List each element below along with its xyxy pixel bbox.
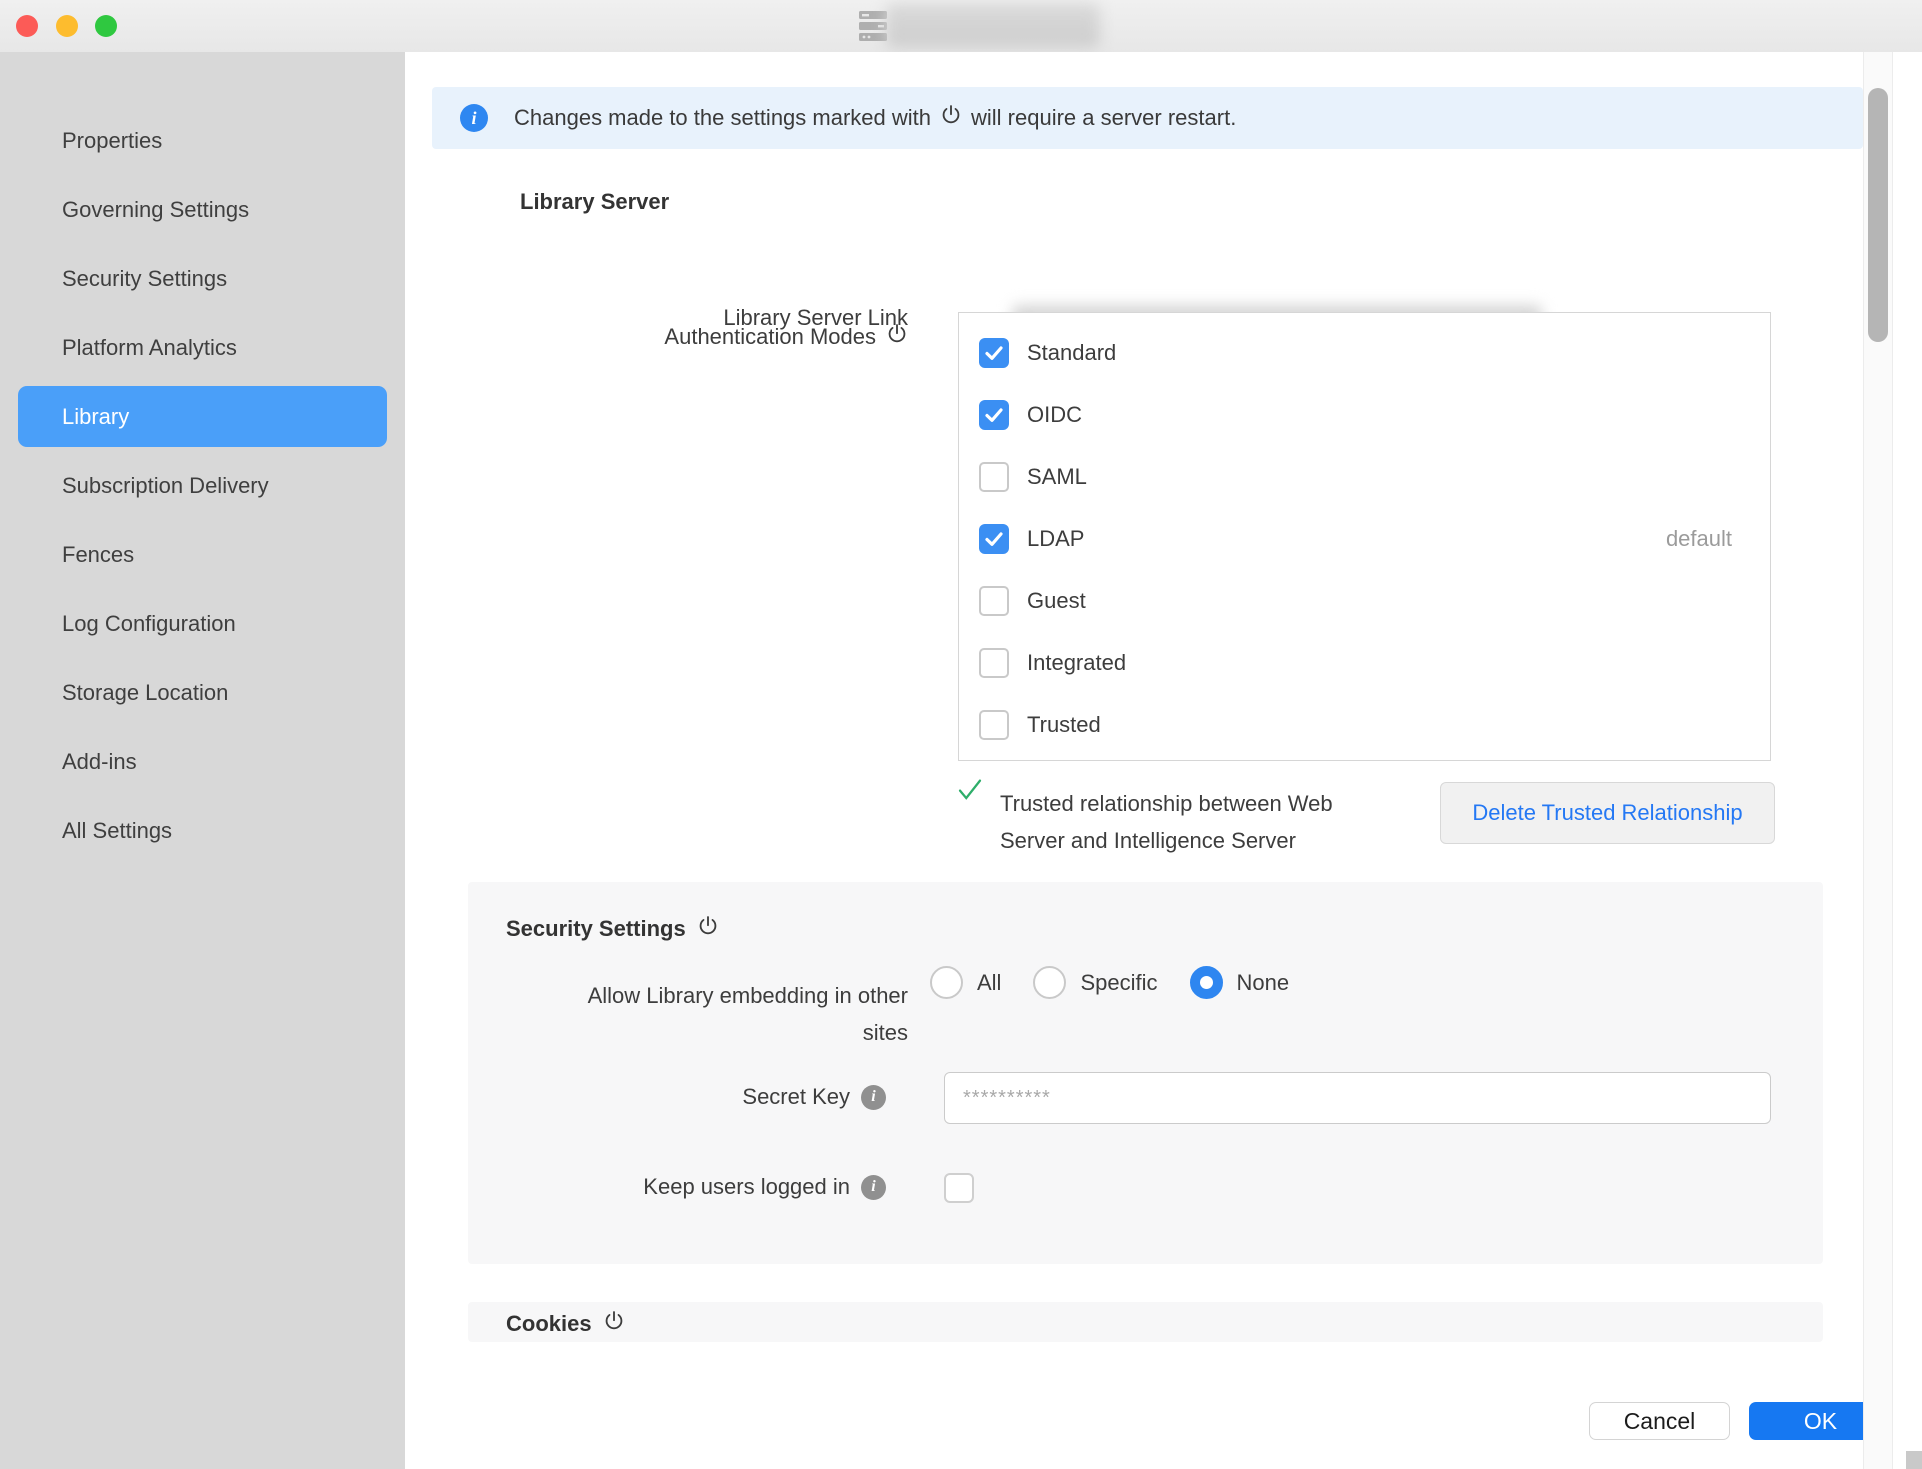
checkbox-standard[interactable] bbox=[979, 338, 1009, 368]
radio-all[interactable] bbox=[930, 966, 963, 999]
secret-key-label: Secret Key i bbox=[468, 1084, 886, 1110]
checkbox-ldap[interactable] bbox=[979, 524, 1009, 554]
auth-mode-row: Guest bbox=[959, 570, 1770, 632]
sidebar-item-platform-analytics[interactable]: Platform Analytics bbox=[18, 317, 387, 378]
keep-users-logged-in-label: Keep users logged in i bbox=[468, 1174, 886, 1200]
sidebar: Properties Governing Settings Security Set… bbox=[0, 52, 405, 1469]
radio-item-specific: Specific bbox=[1033, 966, 1157, 999]
delete-trusted-relationship-button[interactable]: Delete Trusted Relationship bbox=[1440, 782, 1775, 844]
auth-mode-label: Trusted bbox=[1027, 712, 1101, 738]
radio-label: None bbox=[1237, 970, 1290, 996]
banner-text-after: will require a server restart. bbox=[971, 105, 1236, 131]
cookies-heading: Cookies bbox=[506, 1311, 592, 1337]
radio-label: All bbox=[977, 970, 1001, 996]
close-window-button[interactable] bbox=[16, 15, 38, 37]
scrollbar-thumb[interactable] bbox=[1868, 88, 1888, 342]
authentication-modes-label: Authentication Modes bbox=[520, 323, 908, 351]
embed-radio-group: All Specific None bbox=[930, 966, 1321, 999]
radio-specific[interactable] bbox=[1033, 966, 1066, 999]
secret-key-input[interactable] bbox=[944, 1072, 1771, 1124]
info-icon[interactable]: i bbox=[861, 1085, 886, 1110]
resize-corner[interactable] bbox=[1906, 1451, 1922, 1469]
cancel-button[interactable]: Cancel bbox=[1589, 1402, 1730, 1440]
window-title-redacted bbox=[886, 4, 1100, 48]
auth-mode-label: Standard bbox=[1027, 340, 1116, 366]
sidebar-item-fences[interactable]: Fences bbox=[18, 524, 387, 585]
auth-mode-label: LDAP bbox=[1027, 526, 1084, 552]
radio-none[interactable] bbox=[1190, 966, 1223, 999]
sidebar-item-add-ins[interactable]: Add-ins bbox=[18, 731, 387, 792]
trusted-relationship-status: Trusted relationship between Web Server … bbox=[1000, 785, 1333, 859]
info-icon: i bbox=[460, 104, 488, 132]
security-settings-heading: Security Settings bbox=[506, 916, 686, 942]
auth-mode-label: OIDC bbox=[1027, 402, 1082, 428]
info-icon[interactable]: i bbox=[861, 1175, 886, 1200]
auth-mode-label: Guest bbox=[1027, 588, 1086, 614]
auth-mode-row: Integrated bbox=[959, 632, 1770, 694]
library-server-heading: Library Server bbox=[520, 189, 669, 215]
sidebar-item-properties[interactable]: Properties bbox=[18, 110, 387, 171]
cookies-section: Cookies bbox=[468, 1302, 1823, 1342]
settings-window: Properties Governing Settings Security Set… bbox=[0, 0, 1922, 1469]
trusted-check-icon bbox=[955, 775, 985, 810]
titlebar bbox=[0, 0, 1922, 53]
sidebar-item-governing-settings[interactable]: Governing Settings bbox=[18, 179, 387, 240]
checkbox-guest[interactable] bbox=[979, 586, 1009, 616]
auth-mode-row: SAML bbox=[959, 446, 1770, 508]
security-settings-section: Security Settings Allow Library embeddin… bbox=[468, 882, 1823, 1264]
auth-mode-row: LDAP default bbox=[959, 508, 1770, 570]
power-restart-icon bbox=[603, 1310, 625, 1337]
power-restart-icon bbox=[697, 915, 719, 942]
auth-mode-label: SAML bbox=[1027, 464, 1087, 490]
default-mode-tag: default bbox=[1666, 526, 1732, 552]
vertical-scrollbar[interactable] bbox=[1863, 52, 1893, 1469]
embed-setting-label: Allow Library embedding in other sites bbox=[468, 977, 908, 1051]
power-restart-icon bbox=[940, 104, 962, 132]
sidebar-item-security-settings[interactable]: Security Settings bbox=[18, 248, 387, 309]
auth-mode-row: Standard bbox=[959, 322, 1770, 384]
power-restart-icon bbox=[886, 323, 908, 351]
checkbox-trusted[interactable] bbox=[979, 710, 1009, 740]
auth-mode-row: Trusted bbox=[959, 694, 1770, 756]
auth-mode-label: Integrated bbox=[1027, 650, 1126, 676]
sidebar-item-library[interactable]: Library bbox=[18, 386, 387, 447]
sidebar-item-subscription-delivery[interactable]: Subscription Delivery bbox=[18, 455, 387, 516]
restart-notice-banner: i Changes made to the settings marked wi… bbox=[432, 87, 1863, 149]
sidebar-item-storage-location[interactable]: Storage Location bbox=[18, 662, 387, 723]
radio-label: Specific bbox=[1080, 970, 1157, 996]
radio-item-none: None bbox=[1190, 966, 1290, 999]
checkbox-saml[interactable] bbox=[979, 462, 1009, 492]
settings-content: i Changes made to the settings marked wi… bbox=[405, 52, 1922, 1469]
server-icon bbox=[858, 10, 888, 42]
keep-users-logged-in-checkbox[interactable] bbox=[944, 1173, 974, 1203]
checkbox-integrated[interactable] bbox=[979, 648, 1009, 678]
sidebar-item-all-settings[interactable]: All Settings bbox=[18, 800, 387, 861]
auth-mode-row: OIDC bbox=[959, 384, 1770, 446]
zoom-window-button[interactable] bbox=[95, 15, 117, 37]
minimize-window-button[interactable] bbox=[56, 15, 78, 37]
radio-item-all: All bbox=[930, 966, 1001, 999]
authentication-modes-panel: Standard OIDC SAML LDAP default Guest Integrat… bbox=[958, 312, 1771, 761]
sidebar-list: Properties Governing Settings Security Set… bbox=[0, 110, 405, 869]
sidebar-item-log-configuration[interactable]: Log Configuration bbox=[18, 593, 387, 654]
banner-text-before: Changes made to the settings marked with bbox=[514, 105, 931, 131]
checkbox-oidc[interactable] bbox=[979, 400, 1009, 430]
